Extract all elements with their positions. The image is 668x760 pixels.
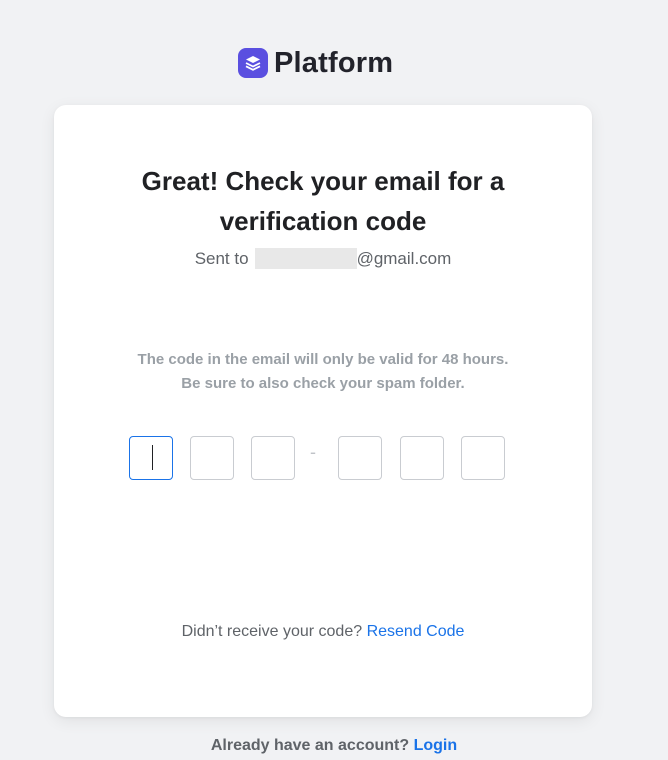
resend-code-link[interactable]: Resend Code <box>367 623 465 640</box>
resend-line: Didn’t receive your code? Resend Code <box>54 623 592 641</box>
sent-to-label: Sent to <box>194 248 249 268</box>
resend-prompt: Didn’t receive your code? <box>181 623 363 640</box>
hint-line-2: Be sure to also check your spam folder. <box>181 375 465 392</box>
text-caret <box>152 445 153 470</box>
stacked-layers-icon <box>238 48 268 78</box>
code-separator: - <box>310 442 316 462</box>
login-link[interactable]: Login <box>414 737 458 754</box>
code-validity-hint: The code in the email will only be valid… <box>54 348 592 396</box>
page-title: Great! Check your email for a verificati… <box>141 166 505 236</box>
footer-prompt: Already have an account? <box>210 737 410 754</box>
sent-to-line: Sent to @gmail.com <box>54 248 592 269</box>
brand-name: Platform <box>274 46 394 79</box>
code-digit-input-5[interactable] <box>400 436 444 480</box>
code-digit-input-2[interactable] <box>190 436 234 480</box>
hint-line-1: The code in the email will only be valid… <box>137 351 509 368</box>
footer-login-line: Already have an account? Login <box>0 737 668 755</box>
verification-card: Great! Check your email for a verificati… <box>54 105 592 717</box>
redacted-email-username <box>254 248 357 269</box>
code-digit-input-1[interactable] <box>129 436 173 480</box>
code-digit-input-3[interactable] <box>251 436 295 480</box>
brand-logo: Platform <box>238 47 393 79</box>
code-digit-input-6[interactable] <box>461 436 505 480</box>
code-digit-input-4[interactable] <box>338 436 382 480</box>
sent-to-email-domain: @gmail.com <box>356 248 452 268</box>
